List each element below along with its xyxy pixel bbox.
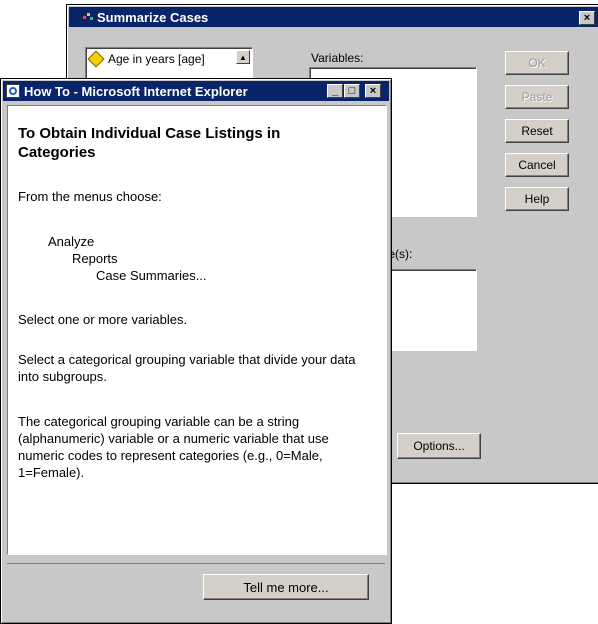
close-icon: × bbox=[583, 11, 591, 24]
help-paragraph-2: Select a categorical grouping variable t… bbox=[18, 352, 356, 384]
arrow-up-icon: ▲ bbox=[239, 52, 247, 62]
help-paragraph-1: Select one or more variables. bbox=[18, 312, 188, 327]
variables-label: Variables: bbox=[311, 51, 364, 65]
help-footer: Tell me more... bbox=[7, 563, 385, 604]
summarize-close-button[interactable]: × bbox=[579, 11, 595, 25]
cancel-button[interactable]: Cancel bbox=[505, 153, 569, 177]
tell-me-more-button[interactable]: Tell me more... bbox=[203, 574, 369, 600]
list-item[interactable]: Age in years [age] bbox=[87, 50, 205, 68]
minimize-button[interactable]: _ bbox=[327, 84, 343, 98]
ok-button[interactable]: OK bbox=[505, 51, 569, 75]
options-button[interactable]: Options... bbox=[397, 433, 481, 459]
help-intro: From the menus choose: bbox=[18, 189, 162, 204]
help-heading: To Obtain Individual Case Listings in Ca… bbox=[18, 125, 281, 161]
help-content: To Obtain Individual Case Listings in Ca… bbox=[7, 105, 387, 555]
spss-app-icon bbox=[83, 12, 93, 22]
menu-path-reports: Reports bbox=[72, 251, 118, 266]
summarize-titlebar[interactable]: Summarize Cases bbox=[69, 7, 598, 27]
maximize-button[interactable]: □ bbox=[344, 84, 360, 98]
help-close-button[interactable]: × bbox=[365, 84, 381, 98]
help-button[interactable]: Help bbox=[505, 187, 569, 211]
reset-button[interactable]: Reset bbox=[505, 119, 569, 143]
help-paragraph-3: The categorical grouping variable can be… bbox=[18, 414, 329, 480]
scale-variable-icon bbox=[87, 50, 105, 68]
help-window-title: How To - Microsoft Internet Explorer bbox=[24, 83, 248, 99]
help-window: How To - Microsoft Internet Explorer _ □… bbox=[0, 78, 392, 624]
menu-path-analyze: Analyze bbox=[48, 234, 95, 249]
close-icon: × bbox=[369, 84, 377, 97]
minimize-icon: _ bbox=[331, 84, 339, 97]
variable-name: Age in years [age] bbox=[108, 52, 205, 66]
summarize-title: Summarize Cases bbox=[97, 9, 209, 25]
maximize-icon: □ bbox=[348, 84, 356, 97]
scroll-up-button[interactable]: ▲ bbox=[236, 50, 250, 64]
paste-button[interactable]: Paste bbox=[505, 85, 569, 109]
internet-explorer-icon bbox=[6, 84, 20, 98]
menu-path-case-summaries: Case Summaries... bbox=[96, 268, 207, 283]
